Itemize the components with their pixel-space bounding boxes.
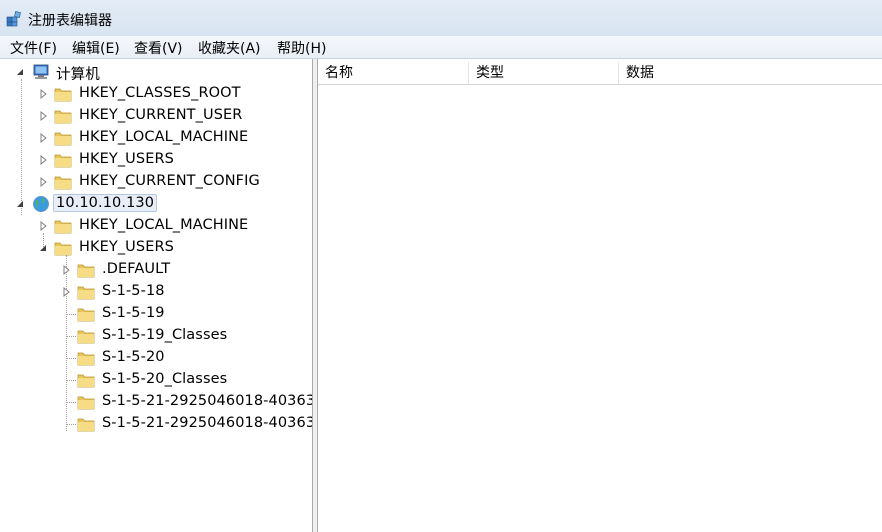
- tree-node-label: HKEY_LOCAL_MACHINE: [79, 217, 249, 233]
- header-divider: [318, 84, 882, 85]
- tree-node-s-1-5-19-classes[interactable]: S-1-5-19_Classes: [0, 325, 312, 347]
- expand-arrow-icon[interactable]: [60, 286, 72, 298]
- menu-view[interactable]: 查看(V): [134, 38, 183, 58]
- folder-icon: [54, 176, 72, 190]
- folder-icon: [54, 220, 72, 234]
- tree-node-remote-hku[interactable]: HKEY_USERS: [0, 237, 312, 259]
- tree-node-s-1-5-19[interactable]: S-1-5-19: [0, 303, 312, 325]
- folder-icon: [77, 308, 95, 322]
- title-bar: 注册表编辑器: [0, 0, 882, 36]
- tree-node-hkcr[interactable]: HKEY_CLASSES_ROOT: [0, 83, 312, 105]
- tree-node-hklm[interactable]: HKEY_LOCAL_MACHINE: [0, 127, 312, 149]
- expand-arrow-icon[interactable]: [37, 154, 49, 166]
- tree-node-default[interactable]: .DEFAULT: [0, 259, 312, 281]
- menu-favorites[interactable]: 收藏夹(A): [198, 38, 261, 58]
- tree-node-label: S-1-5-20: [102, 349, 165, 365]
- column-header-data[interactable]: 数据: [619, 62, 882, 84]
- tree-node-s-1-5-21-a[interactable]: S-1-5-21-2925046018-40363: [0, 391, 312, 413]
- column-header-name[interactable]: 名称: [318, 62, 469, 84]
- tree-node-label: HKEY_USERS: [79, 151, 174, 167]
- expand-arrow-icon[interactable]: [37, 110, 49, 122]
- folder-icon: [54, 242, 72, 256]
- menu-edit[interactable]: 编辑(E): [72, 38, 120, 58]
- folder-icon: [77, 396, 95, 410]
- folder-icon: [77, 418, 95, 432]
- tree-node-label: 10.10.10.130: [53, 194, 158, 212]
- tree-node-label: 计算机: [56, 67, 100, 83]
- tree-node-hkcc[interactable]: HKEY_CURRENT_CONFIG: [0, 171, 312, 193]
- menu-file[interactable]: 文件(F): [10, 38, 57, 58]
- tree-node-hku[interactable]: HKEY_USERS: [0, 149, 312, 171]
- folder-icon: [77, 330, 95, 344]
- collapse-arrow-icon[interactable]: [14, 66, 26, 78]
- tree-node-label: S-1-5-19: [102, 305, 165, 321]
- tree-node-label: S-1-5-18: [102, 283, 165, 299]
- tree-node-s-1-5-20-classes[interactable]: S-1-5-20_Classes: [0, 369, 312, 391]
- tree-node-label: S-1-5-21-2925046018-40363: [102, 415, 313, 431]
- folder-icon: [77, 352, 95, 366]
- tree-node-label: HKEY_USERS: [79, 239, 174, 255]
- folder-icon: [77, 286, 95, 300]
- tree-node-label: HKEY_CURRENT_CONFIG: [79, 173, 260, 189]
- tree-node-s-1-5-20[interactable]: S-1-5-20: [0, 347, 312, 369]
- folder-icon: [54, 154, 72, 168]
- folder-icon: [54, 110, 72, 124]
- expand-arrow-icon[interactable]: [37, 176, 49, 188]
- collapse-arrow-icon[interactable]: [37, 242, 49, 254]
- tree-node-remote[interactable]: 10.10.10.130: [0, 193, 312, 215]
- tree-node-s-1-5-18[interactable]: S-1-5-18: [0, 281, 312, 303]
- computer-icon: [33, 64, 49, 79]
- window-title: 注册表编辑器: [28, 13, 112, 29]
- expand-arrow-icon[interactable]: [37, 220, 49, 232]
- menu-help[interactable]: 帮助(H): [277, 38, 326, 58]
- column-header-type[interactable]: 类型: [469, 62, 619, 84]
- folder-icon: [54, 132, 72, 146]
- tree-node-label: S-1-5-19_Classes: [102, 327, 228, 343]
- collapse-arrow-icon[interactable]: [14, 198, 26, 210]
- tree-node-s-1-5-21-b[interactable]: S-1-5-21-2925046018-40363: [0, 413, 312, 435]
- values-list[interactable]: 名称 类型 数据: [318, 59, 882, 532]
- folder-icon: [77, 374, 95, 388]
- tree-node-computer[interactable]: 计算机: [0, 61, 312, 83]
- expand-arrow-icon[interactable]: [37, 88, 49, 100]
- tree-node-label: S-1-5-21-2925046018-40363: [102, 393, 313, 409]
- tree-node-label: HKEY_CURRENT_USER: [79, 107, 243, 123]
- network-globe-icon: [32, 195, 50, 213]
- tree-node-label: HKEY_CLASSES_ROOT: [79, 85, 241, 101]
- tree-node-label: .DEFAULT: [102, 261, 171, 277]
- tree-node-label: HKEY_LOCAL_MACHINE: [79, 129, 249, 145]
- expand-arrow-icon[interactable]: [37, 132, 49, 144]
- regedit-icon: [6, 11, 21, 27]
- tree-node-remote-hklm[interactable]: HKEY_LOCAL_MACHINE: [0, 215, 312, 237]
- tree-node-label: S-1-5-20_Classes: [102, 371, 228, 387]
- tree-node-hkcu[interactable]: HKEY_CURRENT_USER: [0, 105, 312, 127]
- folder-icon: [54, 88, 72, 102]
- menu-bar: 文件(F) 编辑(E) 查看(V) 收藏夹(A) 帮助(H): [0, 36, 882, 59]
- registry-tree[interactable]: 计算机 HKEY_CLASSES_ROOT HKEY_CURRENT_USER …: [0, 59, 313, 532]
- expand-arrow-icon[interactable]: [60, 264, 72, 276]
- folder-icon: [77, 264, 95, 278]
